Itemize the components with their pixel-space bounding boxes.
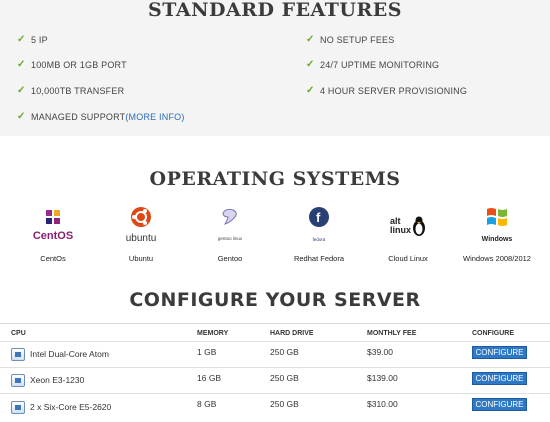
- gentoo-logo-icon: gentoo linux: [190, 205, 270, 247]
- monthly-fee-cell: $139.00: [367, 373, 398, 383]
- fedora-logo-icon: f fedora: [279, 205, 359, 247]
- feature-item: MANAGED SUPPORT(MORE INFO): [31, 112, 185, 122]
- os-ubuntu: ubuntu Ubuntu: [101, 205, 181, 263]
- column-header-hard-drive: HARD DRIVE: [270, 330, 314, 337]
- standard-features-title: STANDARD FEATURES: [148, 0, 402, 21]
- checkmark-icon: ✓: [306, 59, 315, 70]
- checkmark-icon: ✓: [17, 111, 26, 122]
- configure-button[interactable]: CONFIGURE: [472, 372, 527, 385]
- feature-item: 10,000TB TRANSFER: [31, 86, 125, 96]
- monthly-fee-cell: $310.00: [367, 399, 398, 409]
- monthly-fee-cell: $39.00: [367, 347, 393, 357]
- windows-logo-icon: Windows: [457, 205, 537, 247]
- hard-drive-cell: 250 GB: [270, 373, 299, 383]
- feature-item: NO SETUP FEES: [320, 35, 395, 45]
- operating-systems-title: OPERATING SYSTEMS: [149, 168, 401, 190]
- checkmark-icon: ✓: [17, 34, 26, 45]
- column-header-configure: CONFIGURE: [472, 330, 514, 337]
- os-fedora: f fedora Redhat Fedora: [279, 205, 359, 263]
- checkmark-icon: ✓: [306, 34, 315, 45]
- os-name: CentOs: [40, 254, 66, 263]
- memory-cell: 1 GB: [197, 347, 217, 357]
- memory-cell: 8 GB: [197, 399, 217, 409]
- cpu-cell: Intel Dual-Core Atom: [30, 349, 109, 359]
- feature-item: 100MB OR 1GB PORT: [31, 60, 127, 70]
- checkmark-icon: ✓: [17, 85, 26, 96]
- os-cloudlinux: alt linux Cloud Linux: [368, 205, 448, 263]
- feature-item: 4 HOUR SERVER PROVISIONING: [320, 86, 468, 96]
- os-name: Ubuntu: [128, 254, 154, 263]
- column-header-monthly-fee: MONTHLY FEE: [367, 330, 417, 337]
- ubuntu-logo-icon: ubuntu: [101, 205, 181, 247]
- os-windows: Windows Windows 2008/2012: [457, 205, 537, 263]
- cpu-cell: Xeon E3-1230: [30, 375, 85, 385]
- checkmark-icon: ✓: [17, 59, 26, 70]
- os-centos: CentOS CentOs: [13, 205, 93, 263]
- checkmark-icon: ✓: [306, 85, 315, 96]
- cpu-chip-icon: [11, 401, 25, 414]
- cpu-cell: 2 x Six-Core E5-2620: [30, 402, 112, 412]
- os-name: Redhat Fedora: [293, 254, 345, 263]
- configure-button[interactable]: CONFIGURE: [472, 398, 527, 411]
- column-header-memory: MEMORY: [197, 330, 229, 337]
- cpu-chip-icon: [11, 374, 25, 387]
- os-name: Cloud Linux: [388, 254, 428, 263]
- hard-drive-cell: 250 GB: [270, 347, 299, 357]
- column-header-cpu: CPU: [11, 330, 26, 337]
- os-gentoo: gentoo linux Gentoo: [190, 205, 270, 263]
- cloudlinux-logo-icon: alt linux: [368, 205, 448, 247]
- hard-drive-cell: 250 GB: [270, 399, 299, 409]
- os-name: Gentoo: [217, 254, 243, 263]
- feature-item: 24/7 UPTIME MONITORING: [320, 60, 440, 70]
- configure-button[interactable]: CONFIGURE: [472, 346, 527, 359]
- memory-cell: 16 GB: [197, 373, 222, 383]
- cpu-chip-icon: [11, 348, 25, 361]
- os-name: Windows 2008/2012: [463, 254, 531, 263]
- feature-item: 5 IP: [31, 35, 48, 45]
- svg-text:f: f: [316, 210, 321, 225]
- more-info-link[interactable]: (MORE INFO): [125, 112, 184, 122]
- configure-server-title: CONFIGURE YOUR SERVER: [129, 289, 421, 311]
- centos-logo-icon: CentOS: [13, 205, 93, 247]
- feature-item-label: MANAGED SUPPORT: [31, 112, 126, 122]
